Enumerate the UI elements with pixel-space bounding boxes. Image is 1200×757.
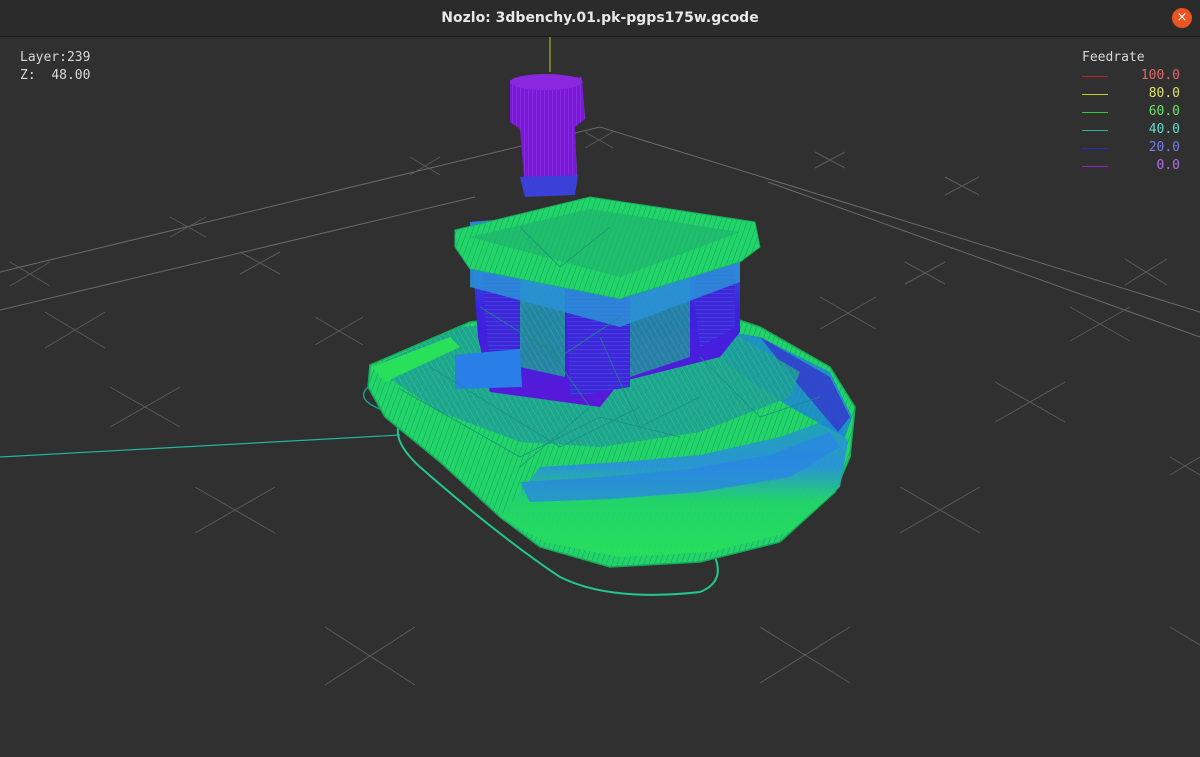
legend-swatch	[1082, 166, 1108, 167]
layer-info: Layer:239 Z: 48.00	[20, 49, 90, 85]
legend-value: 0.0	[1156, 158, 1180, 173]
legend-title: Feedrate	[1082, 50, 1145, 65]
z-value: 48.00	[51, 68, 91, 83]
legend-swatch	[1082, 94, 1108, 95]
legend-swatch	[1082, 148, 1108, 149]
legend-item: 80.0	[1080, 85, 1180, 103]
close-icon: ×	[1176, 10, 1188, 25]
gcode-3d-viewport[interactable]: Layer:239 Z: 48.00 Feedrate 100.0 80.0 60.0…	[0, 37, 1200, 757]
z-label: Z:	[20, 68, 36, 83]
close-button[interactable]: ×	[1172, 8, 1192, 28]
layer-label: Layer:	[20, 50, 67, 65]
legend-value: 80.0	[1148, 86, 1180, 101]
legend-item: 60.0	[1080, 103, 1180, 121]
toolpath-render	[0, 37, 1200, 686]
legend-value: 100.0	[1140, 68, 1180, 83]
legend-value: 60.0	[1148, 104, 1180, 119]
chimney	[510, 77, 585, 189]
legend-item: 20.0	[1080, 139, 1180, 157]
legend-swatch	[1082, 112, 1108, 113]
legend-item: 40.0	[1080, 121, 1180, 139]
window-titlebar: Nozlo: 3dbenchy.01.pk-pgps175w.gcode ×	[0, 0, 1200, 37]
legend-swatch	[1082, 76, 1108, 77]
legend-value: 40.0	[1148, 122, 1180, 137]
feedrate-legend: Feedrate 100.0 80.0 60.0 40.0 20.0 0.0	[1080, 49, 1180, 175]
legend-value: 20.0	[1148, 140, 1180, 155]
legend-item: 100.0	[1080, 67, 1180, 85]
legend-swatch	[1082, 130, 1108, 131]
window-title: Nozlo: 3dbenchy.01.pk-pgps175w.gcode	[441, 10, 759, 26]
layer-value: 239	[66, 50, 91, 65]
travel-move	[0, 434, 401, 458]
legend-item: 0.0	[1080, 157, 1180, 175]
